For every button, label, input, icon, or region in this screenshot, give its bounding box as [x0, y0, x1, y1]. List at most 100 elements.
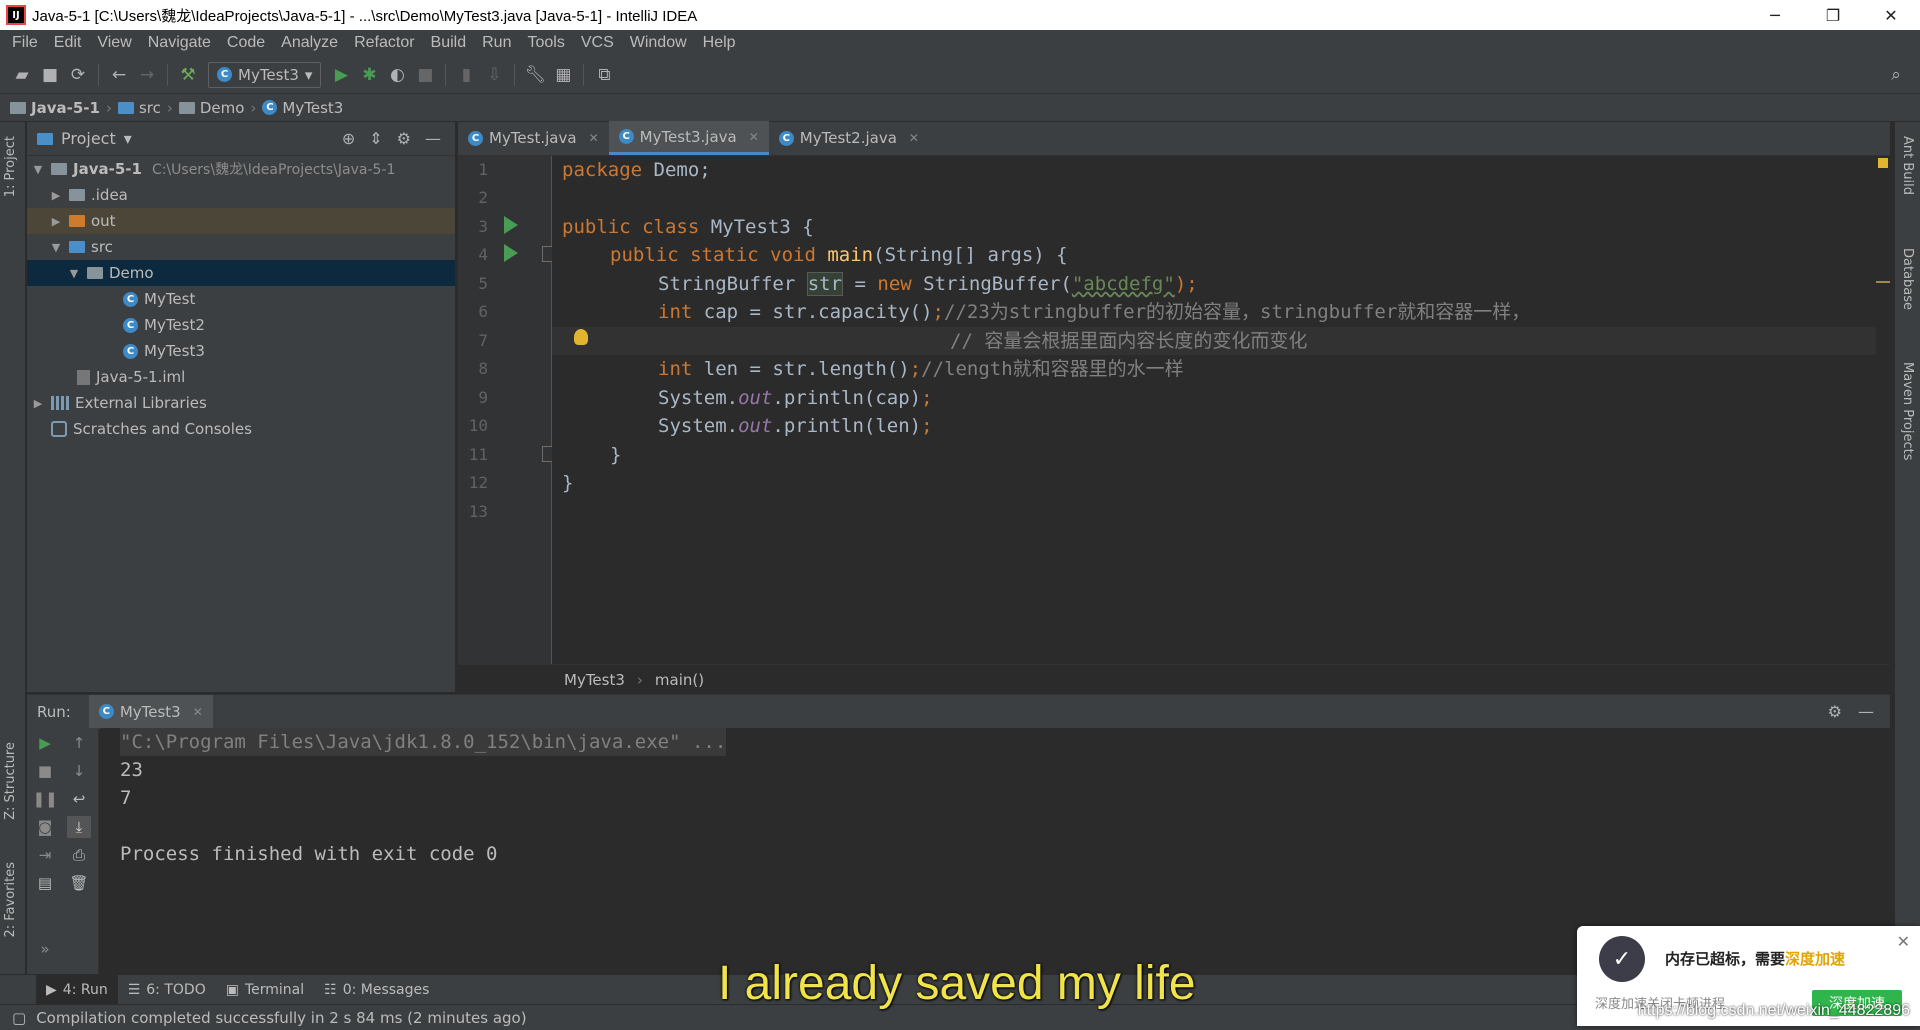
breadcrumb-package[interactable]: Demo	[178, 99, 244, 117]
up-arrow-icon[interactable]: ↑	[67, 732, 91, 754]
menu-vcs[interactable]: VCS	[573, 34, 622, 52]
tree-item-iml[interactable]: Java-5-1.iml	[27, 364, 455, 390]
favorites-tool-tab[interactable]: 2: Favorites	[3, 862, 18, 938]
project-view-select[interactable]: Project	[61, 129, 116, 148]
warning-stripe-mark[interactable]	[1876, 281, 1890, 283]
close-tab-icon[interactable]: ✕	[589, 131, 599, 145]
tree-item-src[interactable]: ▼ src	[27, 234, 455, 260]
collapse-all-icon[interactable]: ⇕	[369, 129, 382, 148]
collapsed-arrow-icon[interactable]: ▶	[49, 215, 63, 228]
structure-tool-tab[interactable]: Z: Structure	[3, 742, 18, 820]
expanded-arrow-icon[interactable]: ▼	[31, 163, 45, 176]
menu-window[interactable]: Window	[622, 34, 695, 52]
locate-icon[interactable]: ⊕	[342, 129, 355, 148]
run-main-gutter-icon[interactable]	[504, 244, 518, 262]
menu-build[interactable]: Build	[423, 34, 475, 52]
sdk-icon[interactable]: ⧉	[590, 61, 618, 89]
close-button[interactable]: ✕	[1862, 0, 1920, 30]
camera-icon[interactable]: ◙	[33, 816, 57, 838]
tab-mytest2-java[interactable]: C MyTest2.java ✕	[769, 121, 929, 155]
menu-analyze[interactable]: Analyze	[273, 34, 346, 52]
sync-icon[interactable]: ⟳	[64, 61, 92, 89]
breadcrumb-method[interactable]: main()	[655, 671, 704, 689]
collapsed-arrow-icon[interactable]: ▶	[31, 397, 45, 410]
tool-tab-terminal[interactable]: ▣ Terminal	[216, 975, 314, 1005]
tree-item-project-root[interactable]: ▼ Java-5-1 C:\Users\魏龙\IdeaProjects\Java…	[27, 156, 455, 182]
pause-icon[interactable]: ❚❚	[32, 788, 57, 810]
expanded-arrow-icon[interactable]: ▼	[49, 241, 63, 254]
database-tab[interactable]: Database	[1900, 248, 1915, 310]
tree-item-external-libraries[interactable]: ▶ External Libraries	[27, 390, 455, 416]
status-square-icon[interactable]: ▢	[12, 1009, 26, 1027]
trash-icon[interactable]: 🗑︎	[67, 872, 91, 894]
menu-edit[interactable]: Edit	[46, 34, 90, 52]
project-structure-icon[interactable]: ▦	[549, 61, 577, 89]
stop-icon[interactable]: ■	[411, 61, 439, 89]
minimize-button[interactable]: ─	[1746, 0, 1804, 30]
tree-item-out[interactable]: ▶ out	[27, 208, 455, 234]
tree-item-demo[interactable]: ▼ Demo	[27, 260, 455, 286]
close-tab-icon[interactable]: ✕	[749, 130, 759, 144]
close-tab-icon[interactable]: ✕	[193, 705, 203, 719]
layout-icon[interactable]: ▤	[33, 872, 57, 894]
tool-tab-todo[interactable]: ☰ 6: TODO	[118, 975, 216, 1005]
breadcrumb-project[interactable]: Java-5-1	[10, 99, 100, 117]
gear-icon[interactable]: ⚙	[397, 129, 411, 148]
tool-tab-messages[interactable]: ☷ 0: Messages	[314, 975, 439, 1005]
scroll-to-end-icon[interactable]: ⤓	[67, 816, 91, 838]
hide-icon[interactable]: —	[425, 129, 441, 148]
run-tab-mytest3[interactable]: C MyTest3 ✕	[88, 694, 213, 729]
down-arrow-icon[interactable]: ↓	[67, 760, 91, 782]
back-arrow-icon[interactable]: ←	[105, 61, 133, 89]
expanded-arrow-icon[interactable]: ▼	[67, 267, 81, 280]
search-icon[interactable]: ⌕	[1882, 61, 1910, 89]
editor-gutter[interactable]: 1 2 3 4 5 6 7 8 9 10 11 12 13	[458, 156, 556, 664]
vcs-commit-icon[interactable]: ⇩	[480, 61, 508, 89]
forward-arrow-icon[interactable]: →	[133, 61, 161, 89]
close-icon[interactable]: ✕	[1897, 932, 1910, 951]
save-icon[interactable]: ■	[36, 61, 64, 89]
tree-item-idea[interactable]: ▶ .idea	[27, 182, 455, 208]
menu-file[interactable]: File	[4, 34, 46, 52]
print-icon[interactable]: ⎙	[67, 844, 91, 866]
tool-tab-run[interactable]: ▶ 4: Run	[36, 974, 118, 1005]
menu-tools[interactable]: Tools	[519, 34, 572, 52]
debug-icon[interactable]: ✱	[355, 61, 383, 89]
tree-item-mytest2[interactable]: C MyTest2	[27, 312, 455, 338]
more-icon[interactable]: »	[33, 938, 57, 960]
menu-run[interactable]: Run	[474, 34, 519, 52]
error-stripe[interactable]	[1876, 156, 1890, 664]
hide-icon[interactable]: —	[1858, 702, 1874, 721]
menu-navigate[interactable]: Navigate	[140, 34, 219, 52]
menu-view[interactable]: View	[89, 34, 139, 52]
build-hammer-icon[interactable]: ⚒	[174, 61, 202, 89]
run-icon[interactable]: ▶	[327, 61, 355, 89]
status-message[interactable]: Compilation completed successfully in 2 …	[36, 1009, 526, 1027]
menu-help[interactable]: Help	[695, 34, 744, 52]
rerun-icon[interactable]: ▶	[33, 732, 57, 754]
settings-wrench-icon[interactable]: 🔧︎	[521, 61, 549, 89]
breadcrumb-class[interactable]: MyTest3	[564, 671, 625, 689]
stop-icon[interactable]: ■	[33, 760, 57, 782]
tree-item-mytest3[interactable]: C MyTest3	[27, 338, 455, 364]
close-tab-icon[interactable]: ✕	[909, 131, 919, 145]
code-editor[interactable]: package Demo; public class MyTest3 { pub…	[552, 156, 1880, 664]
tree-item-scratches[interactable]: Scratches and Consoles	[27, 416, 455, 442]
breadcrumb-class[interactable]: C MyTest3	[262, 99, 343, 117]
open-folder-icon[interactable]: ▰	[8, 61, 36, 89]
restore-button[interactable]: ❐	[1804, 0, 1862, 30]
maven-projects-tab[interactable]: Maven Projects	[1900, 362, 1915, 461]
collapsed-arrow-icon[interactable]: ▶	[49, 189, 63, 202]
ant-build-tab[interactable]: Ant Build	[1900, 136, 1915, 195]
gear-icon[interactable]: ⚙	[1828, 702, 1842, 721]
vcs-update-icon[interactable]: ▮	[452, 61, 480, 89]
tree-item-mytest[interactable]: C MyTest	[27, 286, 455, 312]
warning-indicator-icon[interactable]	[1878, 158, 1888, 168]
run-class-gutter-icon[interactable]	[504, 216, 518, 234]
chevron-down-icon[interactable]: ▾	[124, 129, 132, 148]
menu-code[interactable]: Code	[219, 34, 273, 52]
coverage-icon[interactable]: ◐	[383, 61, 411, 89]
tab-mytest3-java[interactable]: C MyTest3.java ✕	[608, 121, 769, 155]
run-configuration-select[interactable]: C MyTest3 ▾	[208, 61, 322, 88]
menu-refactor[interactable]: Refactor	[346, 34, 422, 52]
